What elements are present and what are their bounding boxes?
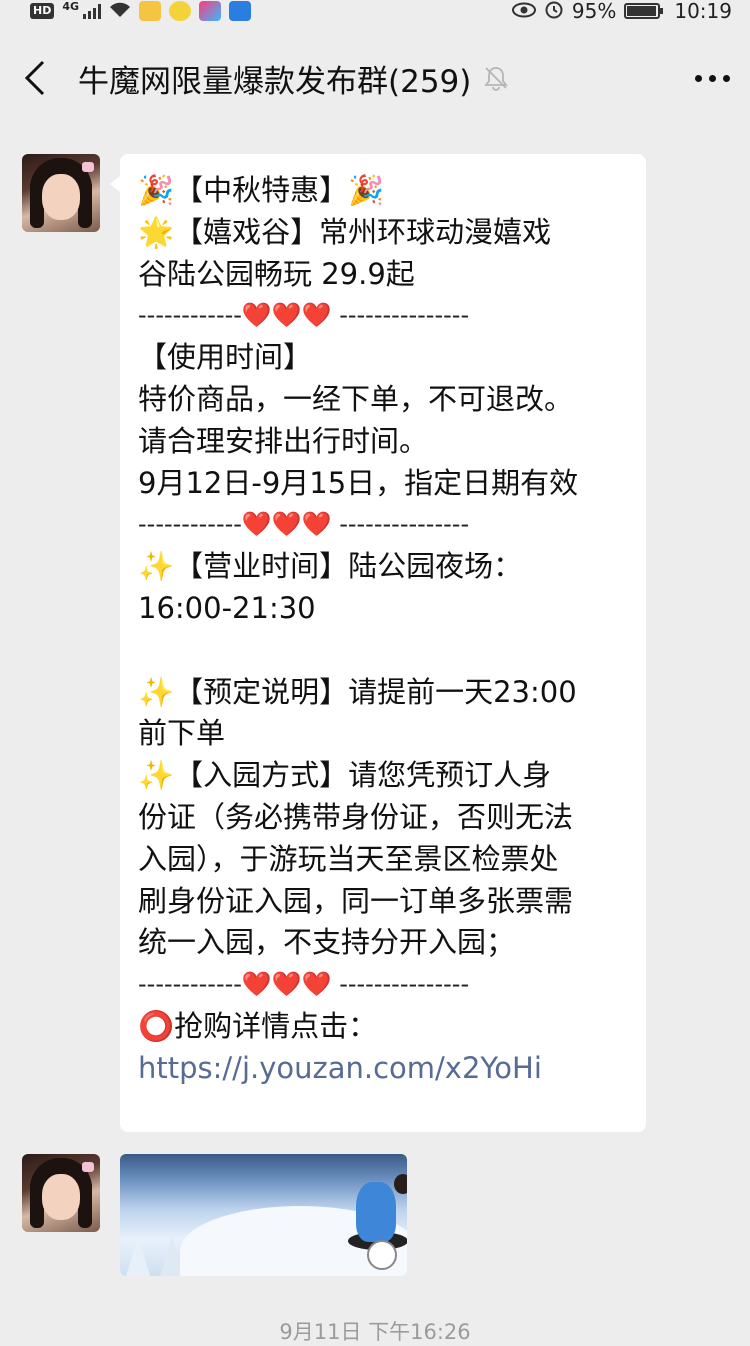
message-line: 请合理安排出行时间。 — [138, 423, 429, 458]
message-line: 特价商品，一经下单，不可退改。 — [138, 381, 574, 416]
signal-icon — [83, 3, 102, 19]
message-line: 份证（务必携带身份证，否则无法 — [138, 799, 574, 834]
message-line: 统一入园，不支持分开入园； — [138, 925, 516, 960]
clock-time: 10:19 — [674, 0, 732, 23]
message-link[interactable]: https://j.youzan.com/x2YoHi — [138, 1048, 628, 1090]
message-line: 9月12日-9月15日，指定日期有效 — [138, 465, 579, 500]
message-line — [138, 630, 628, 672]
message-line: ------------❤️❤️❤️ --------------- — [138, 970, 470, 999]
message-line: ⭕抢购详情点击： — [138, 1008, 378, 1043]
wifi-icon — [109, 0, 131, 23]
sticker-icon — [367, 1240, 397, 1270]
chat-header: 牛魔网限量爆款发布群(259) — [0, 22, 750, 134]
message-line: 【使用时间】 — [138, 340, 313, 375]
alarm-icon — [544, 0, 564, 24]
battery-icon — [624, 3, 664, 19]
status-bar: HD 4G 95% 10:19 — [0, 0, 750, 24]
more-dots-icon — [695, 74, 730, 82]
message-bubble[interactable]: 🎉【中秋特惠】🎉 🌟【嬉戏谷】常州环球动漫嬉戏 谷陆公园畅玩 29.9起 ------… — [110, 154, 646, 1132]
more-options-button[interactable] — [695, 58, 730, 98]
eye-icon — [511, 0, 536, 23]
app-icon — [169, 1, 192, 21]
sender-avatar[interactable] — [22, 154, 100, 232]
message-timestamp: 9月11日 下午16:26 — [279, 1320, 471, 1344]
message-line: 🎉【中秋特惠】🎉 — [138, 173, 385, 207]
battery-percent: 95% — [571, 0, 617, 23]
network-type: 4G — [62, 0, 80, 13]
status-bar-right: 95% 10:19 — [511, 0, 732, 24]
message-line: ✨【预定说明】请提前一天23:00 — [138, 674, 577, 709]
message-line: 谷陆公园畅玩 29.9起 — [138, 256, 415, 291]
message-line: 刷身份证入园，同一订单多张票需 — [138, 883, 574, 918]
battery-level — [627, 6, 656, 16]
app-icon — [229, 1, 252, 21]
mute-bell-icon — [483, 65, 509, 91]
hd-icon: HD — [30, 3, 55, 19]
back-button[interactable] — [24, 48, 64, 108]
image-message[interactable] — [120, 1154, 407, 1276]
message-text: 🎉【中秋特惠】🎉 🌟【嬉戏谷】常州环球动漫嬉戏 谷陆公园畅玩 29.9起 ------… — [138, 170, 628, 1048]
message-line: ✨【营业时间】陆公园夜场： — [138, 549, 523, 584]
back-arrow-icon — [24, 60, 46, 96]
message-line: 🌟【嬉戏谷】常州环球动漫嬉戏 — [138, 214, 552, 249]
message-line: ✨【入园方式】请您凭预订人身 — [138, 758, 552, 793]
message-line: ------------❤️❤️❤️ --------------- — [138, 510, 470, 539]
message-line: 入园），于游玩当天至景区检票处 — [138, 841, 559, 876]
sender-avatar[interactable] — [22, 1154, 100, 1232]
status-bar-left: HD 4G — [30, 0, 252, 23]
message-line: ------------❤️❤️❤️ --------------- — [138, 301, 470, 330]
message-line: 16:00-21:30 — [138, 590, 316, 625]
app-icon — [199, 1, 222, 21]
message-line: 前下单 — [138, 716, 226, 751]
app-icon — [139, 1, 162, 21]
chat-title: 牛魔网限量爆款发布群(259) — [78, 63, 472, 100]
